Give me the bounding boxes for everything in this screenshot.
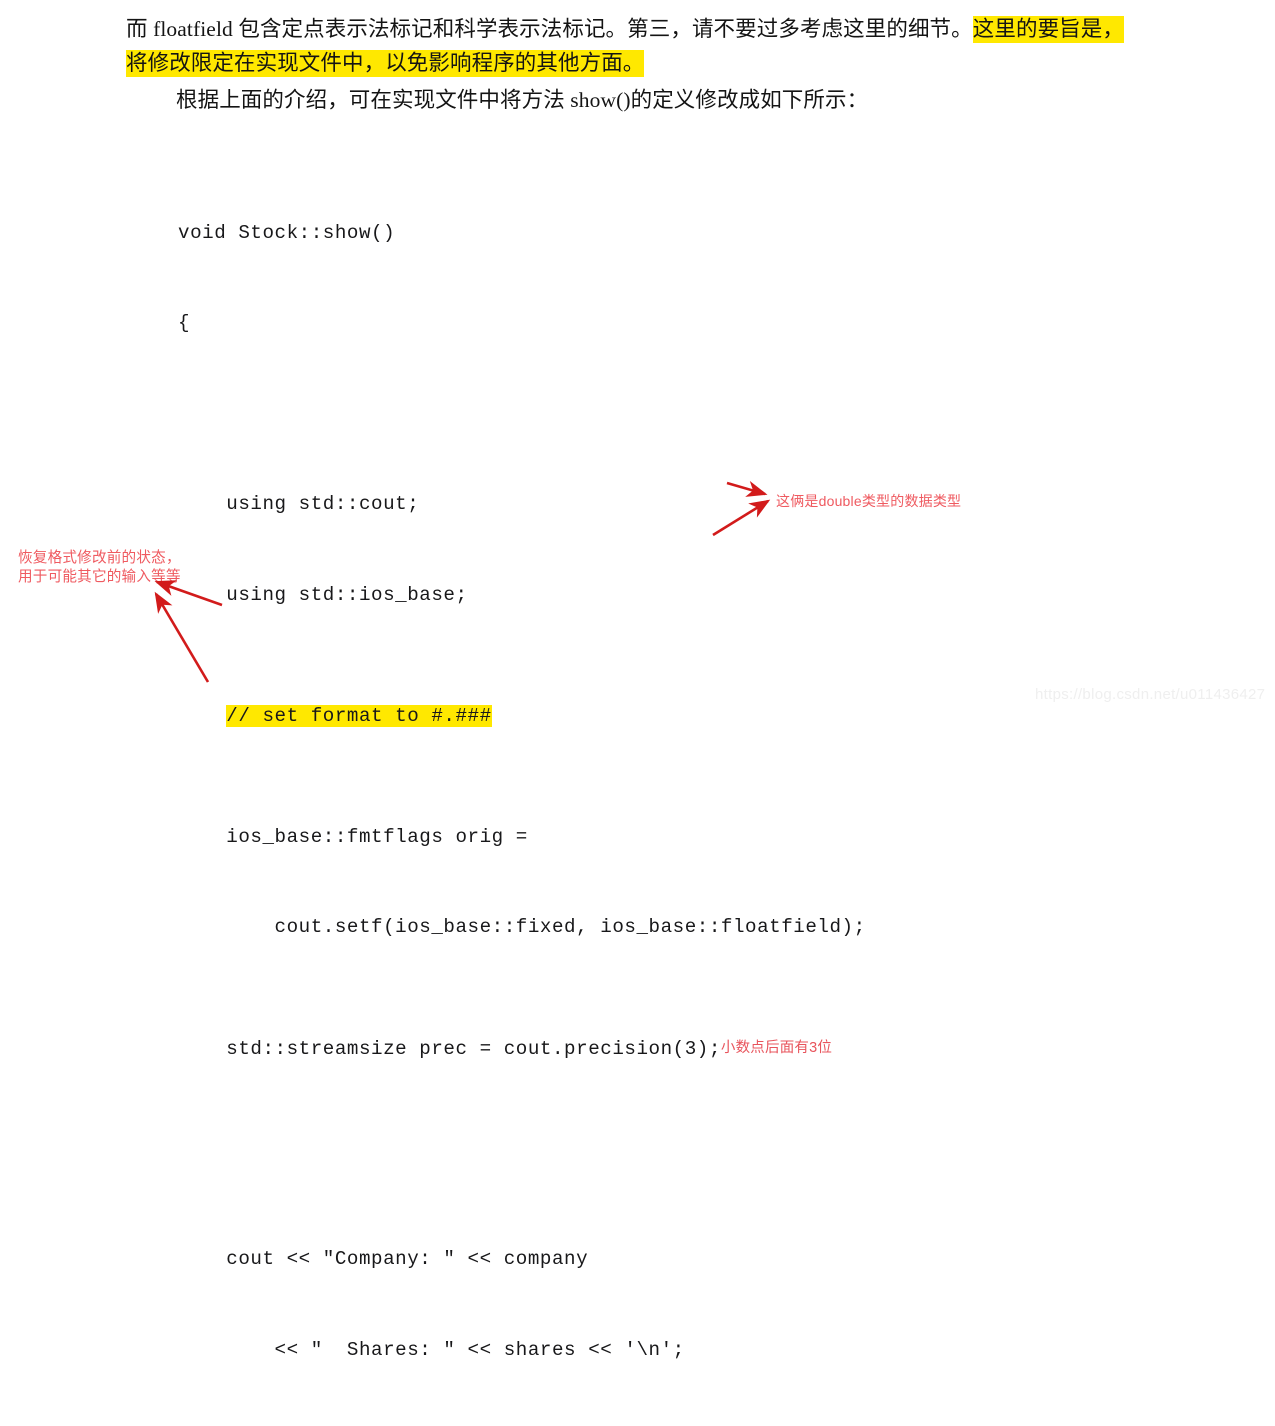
paragraph-line-2: 将修改限定在实现文件中，以免影响程序的其他方面。: [126, 48, 645, 79]
code-text: {: [178, 312, 191, 335]
code-line: ios_base::fmtflags orig =: [178, 822, 866, 852]
code-line-with-note: std::streamsize prec = cout.precision(3)…: [178, 1033, 866, 1063]
code-text: ios_base::fmtflags orig =: [178, 825, 528, 848]
code-text: cout.setf(ios_base::fixed, ios_base::flo…: [178, 916, 866, 939]
code-line: << " Shares: " << shares << '\n';: [178, 1335, 866, 1365]
watermark: https://blog.csdn.net/u011436427: [1035, 686, 1266, 703]
code-line: using std::ios_base;: [178, 580, 866, 610]
paragraph-line-2-highlight: 将修改限定在实现文件中，以免影响程序的其他方面。: [126, 50, 645, 77]
code-text: using std::ios_base;: [178, 583, 468, 606]
paragraph-line-1: 而 floatfield 包含定点表示法标记和科学表示法标记。第三，请不要过多考…: [126, 14, 1124, 45]
paragraph-line-1-text: 而 floatfield 包含定点表示法标记和科学表示法标记。第三，请不要过多考…: [126, 17, 973, 41]
code-line-highlighted: // set format to #.###: [178, 701, 866, 731]
paragraph-line-1-highlight: 这里的要旨是，: [972, 16, 1124, 43]
code-line: using std::cout;: [178, 489, 866, 519]
code-text: cout << "Company: " << company: [178, 1248, 589, 1271]
code-text: void Stock::show(): [178, 221, 396, 244]
annotation-restore-state: 恢复格式修改前的状态， 用于可能其它的输入等等: [18, 550, 181, 585]
code-highlight-set-format-3: // set format to #.###: [226, 704, 492, 727]
annotation-precision-3: 小数点后面有3位: [720, 1039, 833, 1056]
code-line: cout << "Company: " << company: [178, 1244, 866, 1274]
paragraph-line-3: 根据上面的介绍，可在实现文件中将方法 show()的定义修改成如下所示：: [176, 88, 869, 112]
code-line: cout.setf(ios_base::fixed, ios_base::flo…: [178, 912, 866, 942]
code-line: void Stock::show(): [178, 218, 866, 248]
annotation-double-type: 这俩是double类型的数据类型: [776, 493, 962, 509]
code-text: std::streamsize prec = cout.precision(3)…: [178, 1037, 721, 1060]
code-line: {: [178, 308, 866, 338]
code-text: using std::cout;: [178, 493, 420, 516]
code-text: << " Shares: " << shares << '\n';: [178, 1338, 685, 1361]
code-listing: void Stock::show() { using std::cout; us…: [178, 127, 866, 1426]
